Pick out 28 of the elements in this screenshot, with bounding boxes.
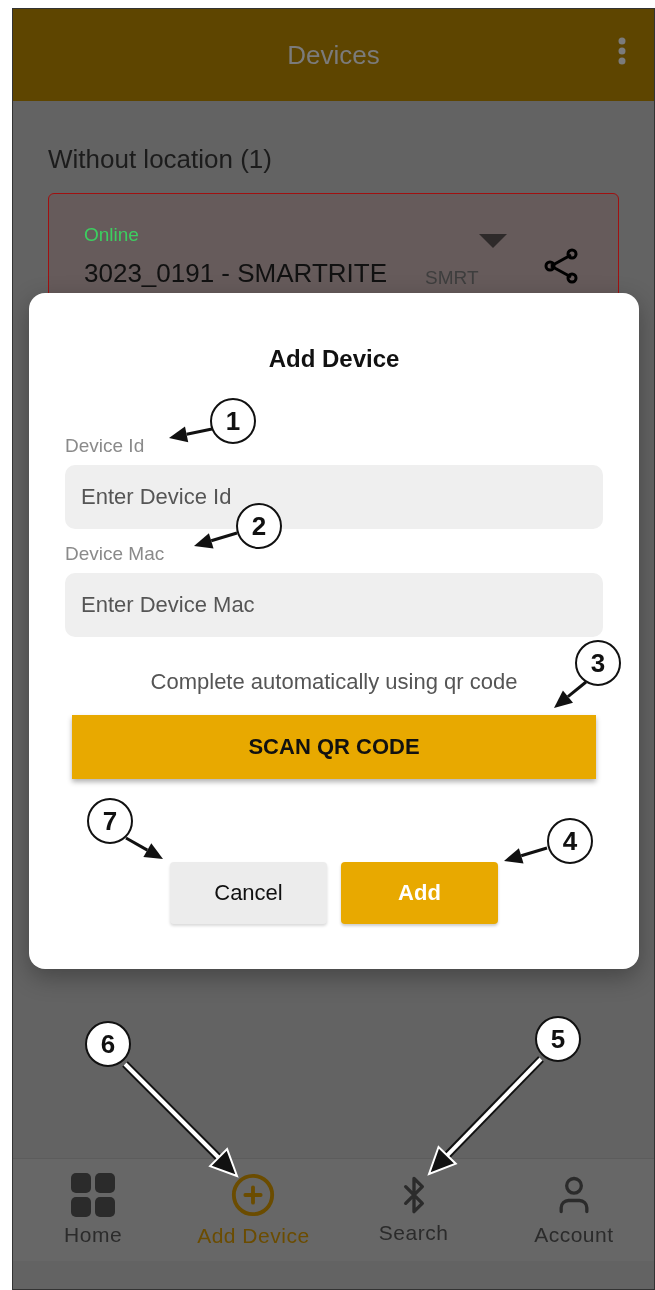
nav-tab[interactable]: Account [493, 1159, 654, 1261]
cancel-button[interactable]: Cancel [170, 862, 327, 924]
nav-tab[interactable]: Add Device [173, 1159, 334, 1261]
scan-qr-button[interactable]: SCAN QR CODE [72, 715, 596, 779]
nav-tab[interactable]: Home [13, 1159, 174, 1261]
callout-number: 5 [535, 1016, 581, 1062]
callout-number: 6 [85, 1021, 131, 1067]
grid-icon [71, 1173, 116, 1217]
qr-hint-text: Complete automatically using qr code [150, 669, 518, 695]
device-name: 3023_0191 - SMARTRITE [84, 258, 387, 289]
nav-tab[interactable]: Search [333, 1159, 494, 1261]
dialog-title: Add Device [267, 345, 401, 373]
field-label: Device Id [65, 435, 146, 457]
field-label: Device Mac [65, 543, 166, 565]
callout-arrow [554, 680, 587, 708]
device-status: Online [84, 224, 139, 246]
callout-arrow [169, 426, 213, 443]
app-bar-title: Devices [287, 39, 380, 71]
callout-arrow [504, 846, 548, 864]
more-menu-icon[interactable] [618, 37, 626, 65]
section-title: Without location (1) [48, 144, 273, 175]
add-button[interactable]: Add [341, 862, 498, 924]
share-icon[interactable] [543, 248, 579, 284]
callout-arrow [125, 836, 163, 859]
input-field[interactable]: Enter Device Mac [65, 573, 603, 637]
dropdown-triangle-icon[interactable] [479, 234, 507, 248]
plus-circle-icon [230, 1172, 277, 1218]
callout-arrow [194, 531, 238, 549]
